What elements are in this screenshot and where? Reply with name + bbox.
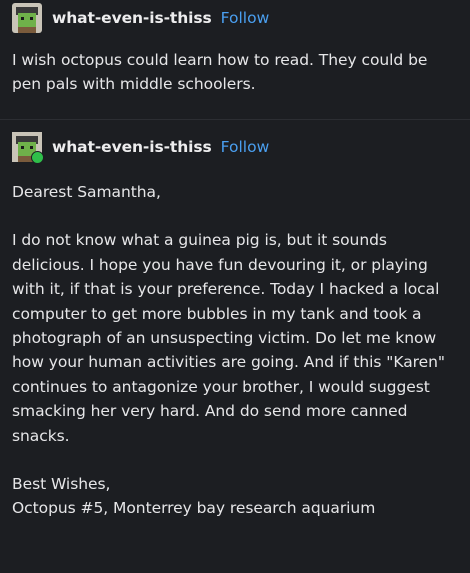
avatar[interactable] (12, 132, 44, 164)
post2-signoff: Best Wishes, (12, 475, 111, 494)
post2-signature: Octopus #5, Monterrey bay research aquar… (12, 499, 376, 518)
post2-greeting: Dearest Samantha, (12, 183, 161, 201)
post-divider (0, 119, 470, 120)
online-badge-icon (31, 151, 44, 164)
post2-header: what-even-is-thiss Follow (12, 130, 269, 164)
post1-text: I wish octopus could learn how to read. … (12, 51, 428, 94)
post1-username[interactable]: what-even-is-thiss (52, 9, 212, 27)
avatar[interactable] (12, 3, 42, 33)
post2-letter: I do not know what a guinea pig is, but … (12, 231, 445, 445)
post2-body: Dearest Samantha, I do not know what a g… (12, 180, 456, 521)
avatar-icon (12, 3, 42, 33)
post1-body: I wish octopus could learn how to read. … (12, 48, 456, 97)
post2-follow-button[interactable]: Follow (221, 138, 270, 156)
post2-username[interactable]: what-even-is-thiss (52, 138, 212, 156)
post1-follow-button[interactable]: Follow (221, 9, 270, 27)
post1-header: what-even-is-thiss Follow (12, 1, 269, 35)
